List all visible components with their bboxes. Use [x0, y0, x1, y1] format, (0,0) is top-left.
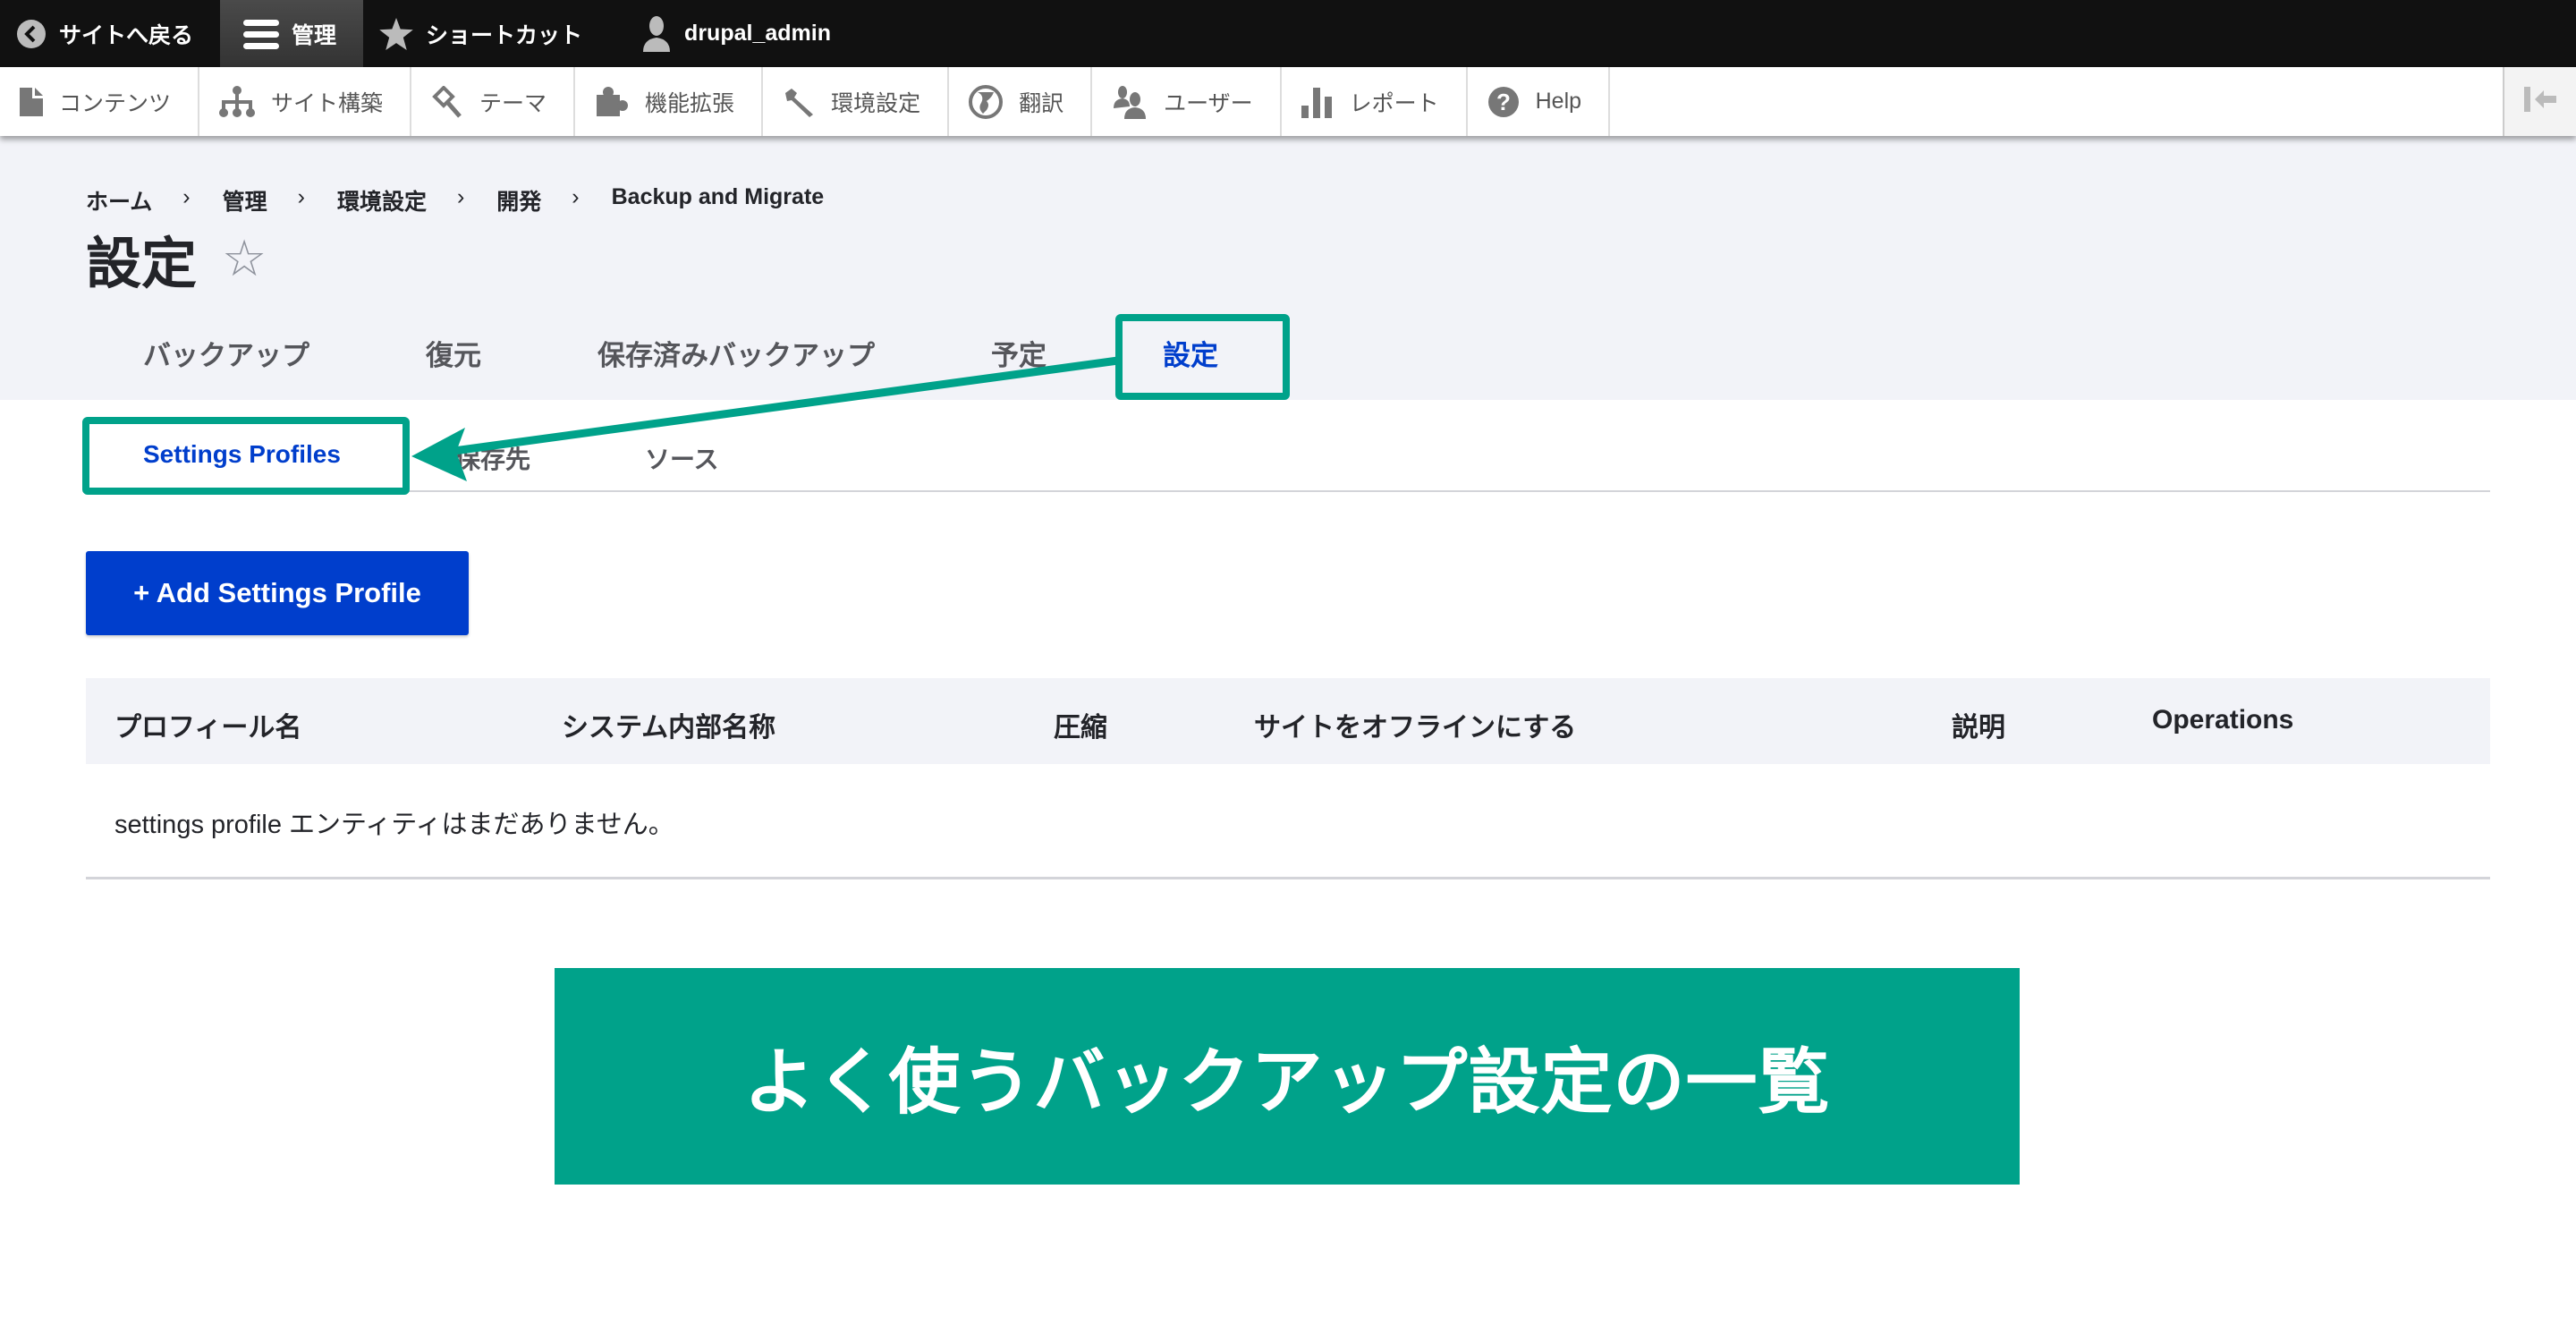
admin-toolbar: サイトへ戻る 管理 ショートカット drupal_admin — [0, 0, 2576, 67]
tray-item-reports[interactable]: レポート — [1282, 67, 1468, 136]
wrench-icon — [783, 86, 815, 118]
column-header: プロフィール名 — [114, 713, 302, 743]
breadcrumb-separator: › — [182, 184, 191, 209]
breadcrumb-separator: › — [572, 184, 580, 209]
help-icon: ? — [1487, 86, 1520, 118]
tray-item-label: 環境設定 — [831, 90, 921, 116]
tray-item-label: 機能拡張 — [645, 90, 735, 116]
shortcuts-label: ショートカット — [426, 22, 583, 48]
page-title: 設定 — [86, 234, 198, 295]
svg-text:?: ? — [1496, 89, 1511, 115]
column-header: Operations — [2152, 705, 2294, 735]
tray-item-translate[interactable]: 翻訳 — [949, 67, 1093, 136]
tray-item-label: Help — [1535, 89, 1582, 114]
back-to-site-label: サイトへ戻る — [59, 22, 194, 48]
paint-brush-icon — [431, 85, 463, 118]
tray-item-label: ユーザー — [1164, 90, 1253, 116]
highlight-box-settings-tab — [1115, 314, 1290, 400]
user-icon — [641, 15, 672, 52]
tray-item-configuration[interactable]: 環境設定 — [763, 67, 950, 136]
column-header: サイトをオフラインにする — [1254, 713, 1577, 743]
back-to-site-link[interactable]: サイトへ戻る — [0, 0, 220, 67]
tray-orientation-toggle[interactable] — [2503, 67, 2576, 136]
back-circle-icon — [16, 19, 47, 49]
breadcrumb-separator: › — [297, 184, 305, 209]
breadcrumb-link[interactable]: ホーム — [86, 184, 152, 217]
breadcrumb: ホーム › 管理 › 環境設定 › 開発 › Backup and Migrat… — [86, 184, 824, 217]
tray-item-extend[interactable]: 機能拡張 — [575, 67, 764, 136]
tray-item-label: 翻訳 — [1019, 90, 1064, 116]
empty-message: settings profile エンティティはまだありません。 — [114, 811, 674, 839]
tray-item-structure[interactable]: サイト構築 — [199, 67, 412, 136]
sitemap-icon — [219, 85, 256, 118]
globe-icon — [969, 84, 1004, 119]
tab-saved-backups[interactable]: 保存済みバックアップ — [597, 333, 875, 373]
add-settings-profile-button[interactable]: + Add Settings Profile — [86, 551, 469, 635]
subtab-destinations[interactable]: 保存先 — [398, 440, 588, 490]
breadcrumb-link[interactable]: Backup and Migrate — [612, 184, 825, 217]
tray-item-people[interactable]: ユーザー — [1092, 67, 1282, 136]
column-header: 説明 — [1952, 713, 2005, 743]
shortcuts-tab[interactable]: ショートカット — [363, 0, 609, 67]
star-icon — [379, 17, 413, 50]
column-header: システム内部名称 — [562, 713, 776, 743]
manage-tab[interactable]: 管理 — [220, 0, 364, 67]
breadcrumb-link[interactable]: 開発 — [496, 184, 541, 217]
tab-backup[interactable]: バックアップ — [143, 333, 309, 373]
user-tab[interactable]: drupal_admin — [609, 0, 858, 67]
tab-restore[interactable]: 復元 — [426, 333, 481, 373]
admin-tray: コンテンツ サイト構築 テーマ 機能拡張 環境設定 翻訳 ユーザー レポート ?… — [0, 67, 2576, 136]
puzzle-icon — [595, 86, 629, 118]
tray-item-label: サイト構築 — [271, 90, 384, 116]
username-label: drupal_admin — [684, 21, 831, 46]
document-icon — [20, 87, 43, 116]
tray-item-appearance[interactable]: テーマ — [411, 67, 576, 136]
page-title-row: 設定 ☆ — [86, 218, 267, 299]
hamburger-menu-icon — [243, 18, 280, 50]
breadcrumb-link[interactable]: 環境設定 — [337, 184, 427, 217]
tray-item-help[interactable]: ? Help — [1468, 67, 1611, 136]
breadcrumb-link[interactable]: 管理 — [223, 184, 267, 217]
secondary-tabs: Settings Profiles 保存先 ソース — [86, 440, 2490, 492]
tray-item-label: コンテンツ — [59, 90, 172, 116]
people-icon — [1112, 85, 1148, 119]
tray-item-label: レポート — [1349, 90, 1439, 116]
subtab-sources[interactable]: ソース — [588, 440, 776, 490]
tray-item-label: テーマ — [479, 90, 547, 116]
table-empty-row: settings profile エンティティはまだありません。 — [86, 764, 2490, 879]
caption-banner: よく使うバックアップ設定の一覧 — [555, 968, 2020, 1185]
table-header: プロフィール名 システム内部名称 圧縮 サイトをオフラインにする 説明 Oper… — [86, 678, 2490, 764]
manage-label: 管理 — [292, 22, 337, 48]
collapse-tray-icon — [2522, 85, 2558, 118]
tab-schedules[interactable]: 予定 — [991, 333, 1046, 373]
highlight-box-settings-profiles — [82, 417, 410, 495]
settings-profiles-table: プロフィール名 システム内部名称 圧縮 サイトをオフラインにする 説明 Oper… — [86, 678, 2490, 879]
column-header: 圧縮 — [1054, 713, 1107, 743]
bar-chart-icon — [1301, 86, 1334, 118]
breadcrumb-separator: › — [456, 184, 465, 209]
tray-item-content[interactable]: コンテンツ — [0, 67, 200, 136]
shortcut-star-icon[interactable]: ☆ — [222, 229, 267, 288]
